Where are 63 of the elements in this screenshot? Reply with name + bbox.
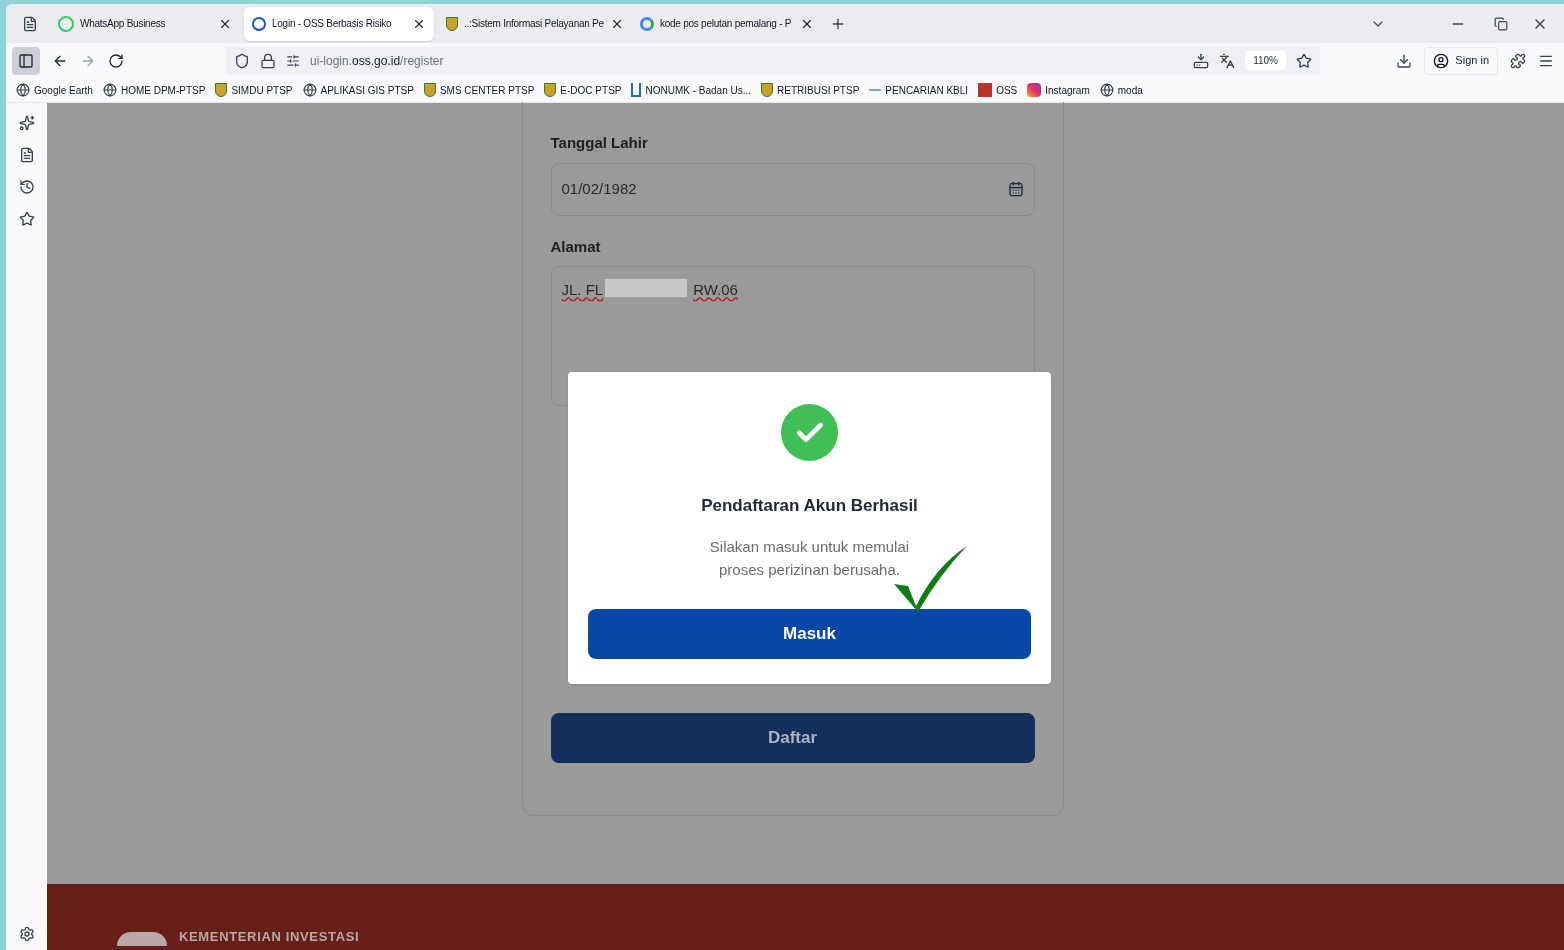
register-button[interactable]: Daftar xyxy=(550,713,1035,763)
dialog-message: Silakan masuk untuk memulai proses perizinan berusaha. xyxy=(708,536,911,580)
bookmark-item[interactable]: RETRIBUSI PTSP xyxy=(761,82,860,98)
tab-title: WhatsApp Business xyxy=(80,17,167,31)
field-label: Tanggal Lahir xyxy=(550,133,649,153)
calendar-icon[interactable] xyxy=(1007,181,1024,197)
date-field[interactable]: 01/02/1982 xyxy=(550,162,1035,216)
dash-icon xyxy=(869,89,882,91)
browser-tab[interactable]: WhatsApp Business xyxy=(50,6,240,41)
globe-icon xyxy=(302,83,317,97)
bookmark-item[interactable]: OSS xyxy=(978,82,1018,98)
success-check-icon xyxy=(781,404,838,461)
extensions-icon[interactable] xyxy=(1510,52,1526,69)
bookmark-item[interactable]: HOME DPM-PTSP xyxy=(102,82,206,98)
footer-org-name: KEMENTERIAN INVESTASI xyxy=(179,927,360,946)
bookmark-item[interactable]: PENCARIAN KBLI xyxy=(869,82,969,98)
settings-icon[interactable] xyxy=(18,926,35,942)
browser-tab[interactable]: ..:Sistem Informasi Pelayanan Pe xyxy=(438,6,628,41)
emblem-icon xyxy=(544,83,557,97)
login-button[interactable]: Masuk xyxy=(588,608,1031,659)
zoom-level[interactable]: 110% xyxy=(1245,51,1286,70)
sparkle-icon[interactable] xyxy=(18,115,35,131)
address-bar[interactable]: ui-login.oss.go.id/register 110% xyxy=(226,46,1320,75)
globe-icon xyxy=(1099,83,1114,97)
browser-tab[interactable]: kode pos pelutan pemalang - P xyxy=(632,6,822,41)
lock-icon[interactable] xyxy=(260,52,276,69)
translate-icon[interactable] xyxy=(1219,52,1236,69)
emblem-icon xyxy=(215,83,228,97)
bookmark-star-icon[interactable] xyxy=(1296,52,1312,69)
bookmark-item[interactable]: APLIKASI GIS PTSP xyxy=(302,82,414,98)
sign-in-button[interactable]: Sign in xyxy=(1424,46,1498,75)
history-icon[interactable] xyxy=(18,179,35,195)
download-icon[interactable] xyxy=(1396,52,1413,69)
reload-icon[interactable] xyxy=(108,52,124,69)
bookmark-item[interactable]: moda xyxy=(1099,82,1143,98)
document-icon[interactable] xyxy=(18,147,35,163)
bookmark-item[interactable]: Instagram xyxy=(1027,82,1090,98)
star-icon[interactable] xyxy=(18,211,35,227)
restore-icon[interactable] xyxy=(1494,16,1508,31)
tab-title: ..:Sistem Informasi Pelayanan Pe xyxy=(464,17,604,31)
emblem-icon xyxy=(446,16,458,31)
emblem-icon xyxy=(423,83,436,97)
tab-title: kode pos pelutan pemalang - P xyxy=(660,17,793,31)
square-logo-icon xyxy=(978,83,993,97)
save-page-icon[interactable] xyxy=(1193,52,1210,69)
bookmark-item[interactable]: NONUMK - Badan Us... xyxy=(631,82,752,98)
bookmark-item[interactable]: E-DOC PTSP xyxy=(544,82,622,98)
globe-icon xyxy=(16,83,30,97)
bookmark-item[interactable]: Google Earth xyxy=(16,82,93,98)
shield-icon[interactable] xyxy=(234,52,250,69)
globe-icon xyxy=(102,83,117,97)
tab-list-icon[interactable] xyxy=(22,15,38,32)
bookmark-item[interactable]: SIMDU PTSP xyxy=(215,82,293,98)
user-icon xyxy=(1433,52,1450,69)
emblem-icon xyxy=(761,83,774,97)
url-text: ui-login.oss.go.id/register xyxy=(310,52,444,70)
sidebar-toggle-icon[interactable] xyxy=(12,46,40,75)
field-label: Alamat xyxy=(550,236,602,257)
browser-tab[interactable]: Login - OSS Berbasis Risiko xyxy=(244,6,434,41)
dialog-title: Pendaftaran Akun Berhasil xyxy=(701,495,918,517)
bookmark-item[interactable]: SMS CENTER PTSP xyxy=(423,82,535,98)
permissions-icon[interactable] xyxy=(286,53,300,68)
tab-title: Login - OSS Berbasis Risiko xyxy=(272,17,393,31)
